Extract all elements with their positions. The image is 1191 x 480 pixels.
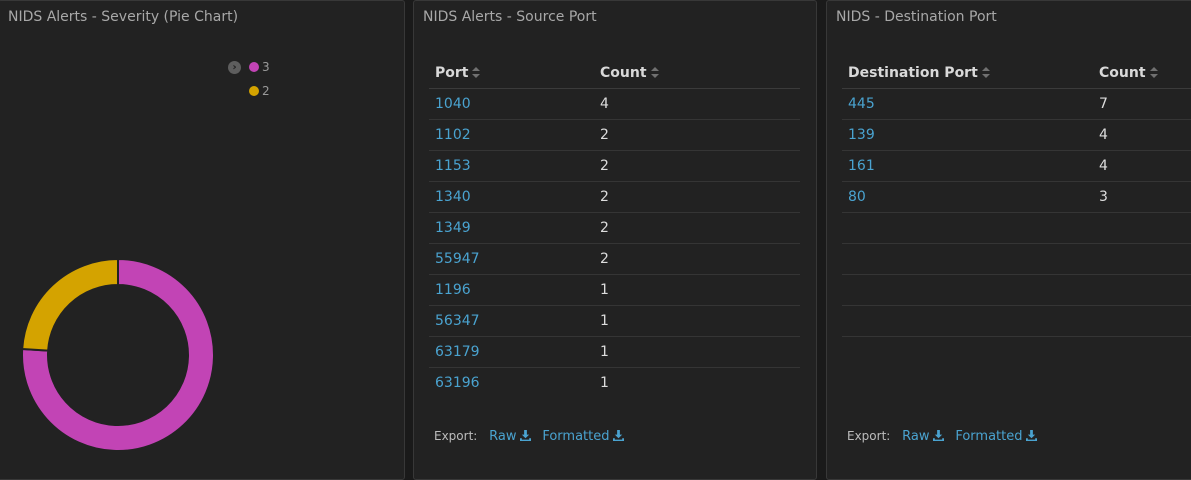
column-header-destination-port[interactable]: Destination Port [848,65,990,81]
sort-icon[interactable] [981,66,990,78]
table-row: 1349 2 [429,213,800,244]
count-cell: 2 [600,251,609,267]
port-link[interactable]: 139 [848,127,875,143]
port-link[interactable]: 80 [848,189,866,205]
count-cell: 4 [1099,158,1108,174]
port-link[interactable]: 1102 [435,127,471,143]
panel-title: NIDS - Destination Port [836,9,997,25]
count-cell: 3 [1099,189,1108,205]
table-row: 56347 1 [429,306,800,337]
sort-icon[interactable] [472,66,481,78]
empty-table-row [842,306,1191,337]
sort-icon[interactable] [1149,66,1158,78]
count-cell: 2 [600,127,609,143]
port-link[interactable]: 63179 [435,344,480,360]
download-icon [1025,430,1037,441]
table-row: 1102 2 [429,120,800,151]
panel-title: NIDS Alerts - Source Port [423,9,597,25]
table-row: 161 4 [842,151,1191,182]
table-row: 139 4 [842,120,1191,151]
port-link[interactable]: 1349 [435,220,471,236]
table-body: 1040 4 1102 2 1153 2 1340 2 1349 2 55947 2 1196 1 5634… [429,89,800,398]
severity-donut-chart [21,257,215,452]
count-cell: 4 [600,96,609,112]
port-link[interactable]: 1040 [435,96,471,112]
empty-table-row [842,213,1191,244]
table-row: 80 3 [842,182,1191,213]
port-link[interactable]: 1340 [435,189,471,205]
table-row: 1040 4 [429,89,800,120]
count-cell: 4 [1099,127,1108,143]
destination-port-table: Destination Port Count 445 7 139 4 161 4 80 3 [842,58,1191,367]
source-port-panel: NIDS Alerts - Source Port Port Count 104… [413,0,817,480]
column-header-count[interactable]: Count [600,65,659,81]
table-header: Destination Port Count [842,58,1191,89]
export-label: Export: [434,429,478,443]
export-formatted-link[interactable]: Formatted [955,429,1037,444]
export-raw-link[interactable]: Raw [489,429,531,444]
download-icon [932,430,944,441]
port-link[interactable]: 55947 [435,251,480,267]
export-formatted-link[interactable]: Formatted [542,429,624,444]
donut-slice-2[interactable] [21,257,119,352]
table-row: 445 7 [842,89,1191,120]
column-header-port[interactable]: Port [435,65,481,81]
table-row: 1153 2 [429,151,800,182]
table-row: 1340 2 [429,182,800,213]
table-row: 63196 1 [429,368,800,398]
count-cell: 2 [600,189,609,205]
port-link[interactable]: 1196 [435,282,471,298]
export-raw-link[interactable]: Raw [902,429,944,444]
count-cell: 1 [600,313,609,329]
empty-table-row [842,275,1191,306]
port-link[interactable]: 63196 [435,375,480,391]
empty-table-row [842,244,1191,275]
table-header: Port Count [429,58,800,89]
column-header-count[interactable]: Count [1099,65,1158,81]
count-cell: 1 [600,344,609,360]
port-link[interactable]: 445 [848,96,875,112]
empty-table-row [842,337,1191,367]
table-body: 445 7 139 4 161 4 80 3 [842,89,1191,367]
count-cell: 2 [600,220,609,236]
destination-port-panel: NIDS - Destination Port Destination Port… [826,0,1191,480]
table-row: 1196 1 [429,275,800,306]
table-row: 63179 1 [429,337,800,368]
port-link[interactable]: 56347 [435,313,480,329]
download-icon [519,430,531,441]
count-cell: 1 [600,375,609,391]
severity-pie-panel: NIDS Alerts - Severity (Pie Chart) › 3 2 [0,0,405,480]
count-cell: 1 [600,282,609,298]
port-link[interactable]: 1153 [435,158,471,174]
table-row: 55947 2 [429,244,800,275]
source-port-table: Port Count 1040 4 1102 2 1153 2 1340 2 1349 2 5594… [429,58,800,398]
download-icon [612,430,624,441]
export-bar: Export: Raw Formatted [434,429,624,444]
export-bar: Export: Raw Formatted [847,429,1037,444]
export-label: Export: [847,429,891,443]
sort-icon[interactable] [650,66,659,78]
count-cell: 7 [1099,96,1108,112]
port-link[interactable]: 161 [848,158,875,174]
count-cell: 2 [600,158,609,174]
